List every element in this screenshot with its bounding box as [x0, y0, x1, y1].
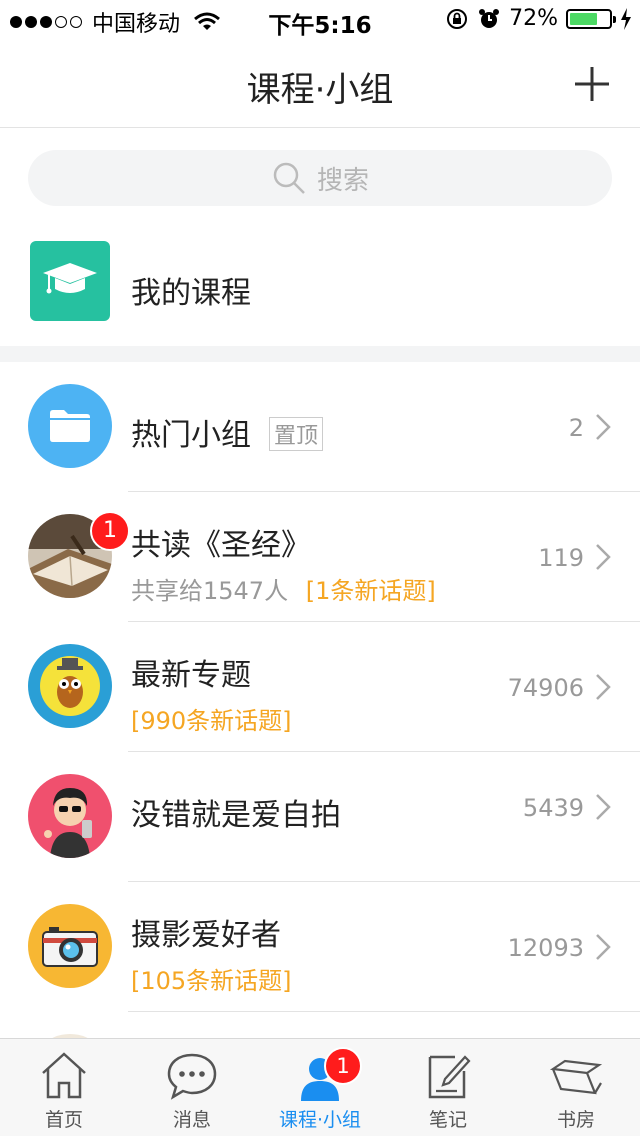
group-title: 最新专题	[131, 658, 251, 693]
share-info: 共享给1547人	[131, 577, 289, 605]
tab-label: 笔记	[428, 1109, 467, 1131]
tab-messages[interactable]: 消息	[128, 1039, 256, 1136]
chevron-right-icon	[596, 544, 611, 570]
section-divider	[0, 346, 640, 362]
battery-percent: 72%	[509, 6, 558, 31]
chevron-right-icon	[596, 414, 611, 440]
note-icon	[428, 1055, 471, 1099]
tab-bookshelf[interactable]: 书房	[512, 1039, 640, 1136]
rotation-lock-icon	[447, 8, 468, 29]
unread-badge: 1	[90, 511, 130, 551]
tab-home[interactable]: 首页	[0, 1039, 128, 1136]
list-item[interactable]: 热门小组 置顶 2	[0, 362, 640, 492]
group-count: 12093	[507, 934, 584, 962]
home-icon	[42, 1052, 86, 1099]
search-placeholder: 搜索	[316, 165, 369, 196]
tab-bar: 首页 消息 1 课程·小组 笔记 书房	[0, 1038, 640, 1136]
tab-label: 课程·小组	[278, 1109, 362, 1131]
chevron-right-icon	[596, 794, 611, 820]
camera-icon	[28, 904, 112, 988]
tab-notes[interactable]: 笔记	[384, 1039, 512, 1136]
group-count: 2	[568, 414, 584, 442]
status-bar: 中国移动 下午5:16 72%	[0, 0, 640, 40]
alarm-icon	[479, 8, 500, 28]
group-count: 74906	[507, 674, 584, 702]
tab-label: 首页	[44, 1109, 83, 1131]
group-list: 热门小组置顶 2 1 共读《圣经》 共享给1547人 [1条新话题] 119	[0, 362, 640, 1142]
list-item[interactable]: 最新专题 [990条新话题] 74906	[0, 622, 640, 752]
list-item[interactable]: 没错就是爱自拍 5439	[0, 752, 640, 882]
tab-course-group[interactable]: 1 课程·小组	[256, 1039, 384, 1136]
battery-icon	[566, 8, 616, 29]
charging-icon	[621, 7, 631, 30]
chevron-right-icon	[596, 674, 611, 700]
message-icon	[167, 1053, 217, 1100]
group-title: 摄影爱好者	[131, 918, 281, 953]
battery-level	[570, 12, 598, 25]
my-course-item[interactable]: 我的课程	[0, 226, 640, 346]
owl-avatar	[28, 644, 112, 728]
group-count: 119	[538, 544, 584, 572]
search-icon	[273, 162, 305, 194]
pinned-tag: 置顶	[269, 416, 324, 451]
navigation-bar: 课程·小组	[0, 40, 640, 128]
my-course-label: 我的课程	[131, 276, 251, 311]
new-topics: [990条新话题]	[131, 707, 292, 735]
tab-label: 书房	[556, 1109, 595, 1131]
group-title: 热门小组	[131, 418, 251, 453]
books-icon	[549, 1059, 603, 1095]
add-icon[interactable]	[572, 64, 612, 104]
tab-badge: 1	[324, 1047, 362, 1085]
group-count: 5439	[522, 794, 584, 822]
chevron-right-icon	[596, 934, 611, 960]
group-title: 共读《圣经》	[131, 528, 311, 563]
group-title: 没错就是爱自拍	[131, 798, 341, 833]
folder-icon	[28, 384, 112, 468]
selfie-avatar	[28, 774, 112, 858]
new-topics: [105条新话题]	[131, 967, 292, 995]
list-item[interactable]: 1 共读《圣经》 共享给1547人 [1条新话题] 119	[0, 492, 640, 622]
tab-label: 消息	[172, 1109, 211, 1131]
graduation-cap-icon	[30, 241, 110, 321]
list-item[interactable]: 摄影爱好者 [105条新话题] 12093	[0, 882, 640, 1012]
new-topics: [1条新话题]	[305, 577, 436, 605]
page-title: 课程·小组	[246, 70, 394, 110]
search-bar[interactable]: 搜索	[28, 150, 612, 206]
